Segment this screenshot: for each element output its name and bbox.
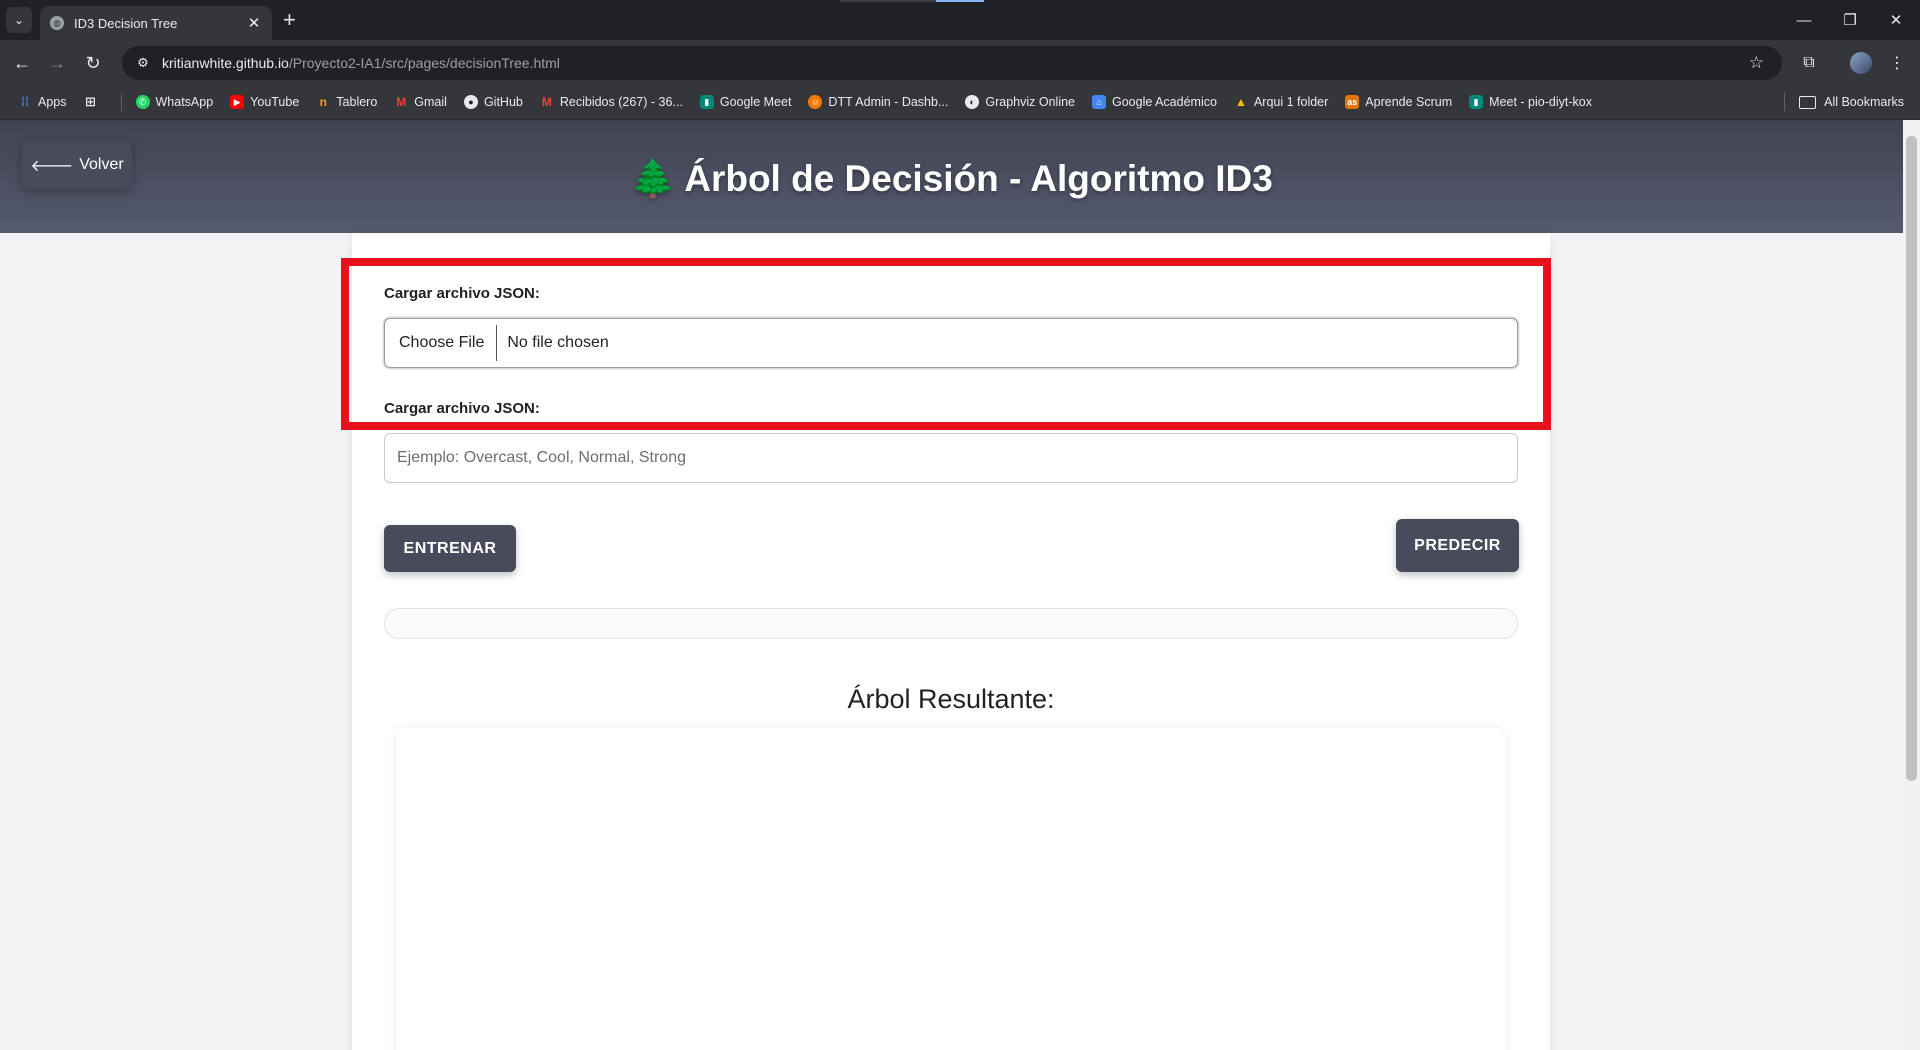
google-meet-icon: ▮ (1469, 95, 1484, 109)
bookmark-github[interactable]: ● GitHub (463, 95, 523, 109)
aprende-scrum-icon: as (1345, 95, 1360, 109)
globe-icon: ◍ (50, 16, 64, 30)
bookmark-label: Meet - pio-diyt-kox (1489, 95, 1592, 109)
bookmark-label: WhatsApp (155, 95, 214, 109)
restore-button[interactable]: ❐ (1827, 0, 1873, 40)
menu-kebab-icon[interactable]: ⋮ (1882, 48, 1912, 78)
window-close-button[interactable]: ✕ (1873, 0, 1919, 40)
bookmark-star-icon[interactable]: ☆ (1749, 53, 1764, 73)
bookmark-label: Tablero (336, 95, 378, 109)
bookmark-label: Google Académico (1112, 95, 1217, 109)
bookmark-arqui-folder[interactable]: ▲ Arqui 1 folder (1234, 95, 1328, 109)
bookmark-label: Aprende Scrum (1365, 95, 1453, 109)
bookmark-gmail[interactable]: M Gmail (394, 95, 447, 109)
tab-groups-button[interactable]: ⊞ (84, 94, 104, 109)
bookmark-dtt-admin[interactable]: ☺ DTT Admin - Dashb... (808, 95, 948, 109)
choose-file-button[interactable]: Choose File (387, 325, 498, 361)
folder-icon (1799, 95, 1817, 109)
page-viewport: 🡐 Volver 🌲 Árbol de Decisión - Algoritmo … (0, 120, 1903, 1050)
url-path: /Proyecto2-IA1/src/pages/decisionTree.ht… (288, 55, 560, 71)
minimize-button[interactable]: — (1781, 0, 1827, 40)
github-icon: ● (463, 95, 478, 109)
site-info-icon[interactable]: ⚙ (134, 55, 152, 71)
tree-icon: 🌲 (630, 158, 677, 199)
apps-grid-icon: ⁞⁞ (21, 95, 29, 109)
bookmark-label: Recibidos (267) - 36... (559, 95, 683, 109)
bookmark-recibidos[interactable]: M Recibidos (267) - 36... (540, 95, 683, 109)
second-field-label: Cargar archivo JSON: (384, 400, 540, 417)
whatsapp-icon: ✆ (135, 95, 150, 109)
gmail-icon: M (541, 95, 552, 109)
bookmark-aprende-scrum[interactable]: as Aprende Scrum (1345, 95, 1452, 109)
google-meet-icon: ▮ (699, 95, 714, 109)
address-bar[interactable]: ⚙ kritianwhite.github.io/Proyecto2-IA1/s… (122, 46, 1782, 80)
page-header: 🡐 Volver 🌲 Árbol de Decisión - Algoritmo … (0, 120, 1903, 233)
browser-tab-bar: ⌄ ◍ ID3 Decision Tree ✕ + — ❐ ✕ (0, 0, 1920, 40)
browser-tab[interactable]: ◍ ID3 Decision Tree ✕ (40, 6, 272, 40)
bookmark-label: Graphviz Online (985, 95, 1075, 109)
scrollbar-thumb[interactable] (1906, 136, 1917, 781)
tab-strip-indicator-active (936, 0, 984, 2)
back-arrow-icon[interactable]: ← (7, 48, 37, 78)
tree-visualization-area[interactable] (396, 728, 1506, 1050)
url-host: kritianwhite.github.io (162, 55, 289, 71)
chevron-down-icon: ⌄ (13, 13, 25, 27)
grid-icon: ⊞ (85, 94, 96, 109)
graphviz-icon: ◐ (965, 95, 980, 109)
bookmark-label: Google Meet (719, 95, 792, 109)
tab-title: ID3 Decision Tree (74, 15, 178, 31)
tab-close-icon[interactable]: ✕ (244, 14, 264, 32)
youtube-icon: ▶ (230, 95, 245, 109)
json-file-input[interactable]: Choose File No file chosen (384, 318, 1518, 368)
page-title-text: Árbol de Decisión - Algoritmo ID3 (684, 158, 1273, 199)
profile-avatar[interactable] (1850, 52, 1872, 74)
bookmarks-divider (1784, 93, 1786, 111)
tablero-icon: n (319, 95, 327, 109)
bookmark-whatsapp[interactable]: ✆ WhatsApp (135, 95, 214, 109)
bookmark-label: GitHub (483, 95, 523, 109)
prediction-input[interactable] (384, 433, 1518, 483)
tab-search-button[interactable]: ⌄ (6, 7, 32, 33)
bookmark-google-academico[interactable]: ⌂ Google Académico (1092, 95, 1217, 109)
bookmark-youtube[interactable]: ▶ YouTube (230, 95, 299, 109)
bookmark-google-meet[interactable]: ▮ Google Meet (699, 95, 792, 109)
file-upload-label: Cargar archivo JSON: (384, 285, 540, 302)
dtt-admin-icon: ☺ (808, 95, 823, 109)
page-title: 🌲 Árbol de Decisión - Algoritmo ID3 (0, 158, 1903, 201)
bookmark-label: Apps (38, 95, 67, 109)
browser-toolbar: ← → ↻ ⚙ kritianwhite.github.io/Proyecto2… (0, 40, 1920, 85)
train-button[interactable]: ENTRENAR (384, 525, 516, 572)
predict-button[interactable]: PREDECIR (1396, 519, 1519, 572)
extensions-icon[interactable]: ⧉ (1794, 48, 1824, 78)
all-bookmarks-label: All Bookmarks (1824, 95, 1904, 109)
gmail-icon: M (396, 95, 407, 109)
bookmarks-bar: ⁞⁞ Apps ⊞ ✆ WhatsApp ▶ YouTube n Tablero… (0, 85, 1920, 120)
file-status-text: No file chosen (507, 334, 609, 351)
forward-arrow-icon[interactable]: → (42, 48, 72, 78)
bookmarks-divider (120, 93, 122, 111)
bookmark-label: DTT Admin - Dashb... (828, 95, 949, 109)
new-tab-button[interactable]: + (283, 6, 296, 34)
all-bookmarks-button[interactable]: All Bookmarks (1784, 85, 1904, 119)
bookmark-meet-pio[interactable]: ▮ Meet - pio-diyt-kox (1469, 95, 1592, 109)
bookmark-label: Arqui 1 folder (1253, 95, 1329, 109)
reload-icon[interactable]: ↻ (78, 48, 108, 78)
main-card: Cargar archivo JSON: Choose File No file… (352, 233, 1550, 1050)
bookmark-label: Gmail (414, 95, 447, 109)
bookmark-apps[interactable]: ⁞⁞ Apps (18, 95, 67, 109)
bookmark-graphviz[interactable]: ◐ Graphviz Online (965, 95, 1075, 109)
prediction-result-bar (384, 608, 1518, 639)
google-scholar-icon: ⌂ (1092, 95, 1106, 109)
result-title: Árbol Resultante: (847, 684, 1055, 714)
bookmark-tablero[interactable]: n Tablero (316, 95, 378, 109)
google-drive-icon: ▲ (1234, 95, 1247, 109)
bookmark-label: YouTube (250, 95, 300, 109)
